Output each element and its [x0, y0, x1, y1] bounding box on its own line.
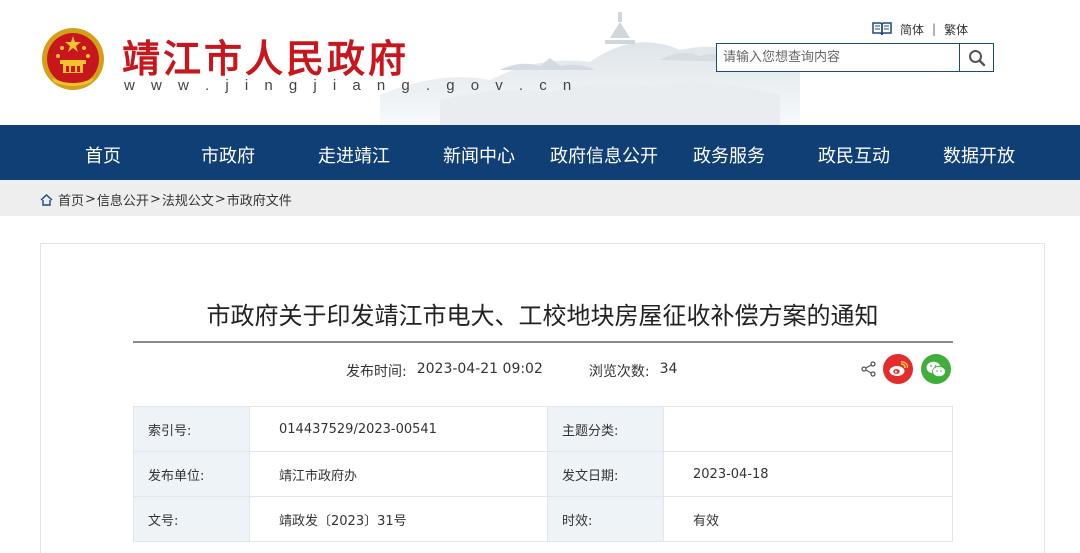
publish-time-value: 2023-04-21 09:02	[416, 361, 543, 377]
issue-date-label: 发文日期:	[547, 451, 664, 497]
view-count-label: 浏览次数:	[588, 364, 650, 380]
breadcrumb-regulations[interactable]: 法规公文	[162, 190, 214, 209]
article-title: 市政府关于印发靖江市电大、工校地块房屋征收补偿方案的通知	[206, 302, 879, 330]
wechat-icon	[926, 361, 946, 377]
breadcrumb-government-documents[interactable]: 市政府文件	[227, 190, 292, 209]
index-number-value: 014437529/2023-00541	[249, 406, 548, 452]
index-number-label: 索引号:	[133, 406, 250, 452]
nav-item-home[interactable]: 首页	[85, 142, 121, 168]
book-icon	[872, 22, 892, 36]
simplified-chinese-link[interactable]: 简体	[900, 21, 924, 38]
share-icon[interactable]	[861, 361, 877, 377]
weibo-icon	[889, 361, 908, 376]
language-switcher: 简体 | 繁体	[872, 20, 968, 38]
breadcrumb-information-disclosure[interactable]: 信息公开	[97, 190, 149, 209]
table-row: 索引号: 014437529/2023-00541 主题分类:	[133, 406, 953, 452]
site-header: 靖江市人民政府 w w w . j i n g j i a n g . g o …	[0, 0, 1080, 125]
document-number-value: 靖政发〔2023〕31号	[249, 496, 548, 542]
lang-separator: |	[932, 22, 937, 36]
article-meta: 发布时间: 2023-04-21 09:02 浏览次数: 34	[346, 361, 677, 381]
search-input[interactable]	[717, 44, 959, 71]
publish-time-label: 发布时间:	[346, 364, 407, 380]
nav-item-government-services[interactable]: 政务服务	[693, 142, 765, 168]
national-emblem-logo	[42, 28, 104, 90]
wechat-share-button[interactable]	[921, 354, 951, 384]
document-info-table: 索引号: 014437529/2023-00541 主题分类: 发布单位: 靖江…	[133, 406, 953, 542]
traditional-chinese-link[interactable]: 繁体	[944, 21, 968, 38]
site-title: 靖江市人民政府	[122, 36, 410, 81]
search-button[interactable]	[959, 44, 993, 71]
breadcrumb-home[interactable]: 首页	[58, 190, 84, 209]
breadcrumb-separator: >	[149, 192, 161, 207]
nav-item-news-center[interactable]: 新闻中心	[443, 142, 515, 168]
breadcrumb: 首页 > 信息公开 > 法规公文 > 市政府文件	[40, 190, 292, 209]
issue-date-value: 2023-04-18	[663, 451, 953, 497]
nav-item-city-government[interactable]: 市政府	[201, 142, 255, 168]
site-url: w w w . j i n g j i a n g . g o v . c n	[124, 77, 578, 94]
issuing-unit-label: 发布单位:	[133, 451, 250, 497]
title-divider	[133, 341, 953, 343]
search-icon	[968, 49, 985, 66]
table-row: 文号: 靖政发〔2023〕31号 时效: 有效	[133, 496, 953, 542]
search-box	[716, 43, 994, 72]
main-nav: 首页 市政府 走进靖江 新闻中心 政府信息公开 政务服务 政民互动 数据开放	[0, 125, 1080, 180]
subject-category-label: 主题分类:	[547, 406, 664, 452]
subject-category-value	[663, 406, 953, 452]
nav-item-about-jingjiang[interactable]: 走进靖江	[318, 142, 390, 168]
breadcrumb-separator: >	[85, 192, 96, 207]
validity-value: 有效	[663, 496, 953, 542]
home-icon	[40, 193, 53, 206]
nav-item-open-data[interactable]: 数据开放	[943, 142, 1015, 168]
weibo-share-button[interactable]	[883, 354, 913, 384]
validity-label: 时效:	[547, 496, 664, 542]
nav-item-public-interaction[interactable]: 政民互动	[818, 142, 890, 168]
breadcrumb-separator: >	[214, 192, 226, 207]
nav-item-information-disclosure[interactable]: 政府信息公开	[550, 142, 658, 168]
table-row: 发布单位: 靖江市政府办 发文日期: 2023-04-18	[133, 451, 953, 497]
article-panel: 市政府关于印发靖江市电大、工校地块房屋征收补偿方案的通知 发布时间: 2023-…	[40, 243, 1045, 553]
issuing-unit-value: 靖江市政府办	[249, 451, 548, 497]
document-number-label: 文号:	[133, 496, 250, 542]
breadcrumb-bar: 首页 > 信息公开 > 法规公文 > 市政府文件	[0, 180, 1080, 216]
view-count-value: 34	[659, 361, 678, 377]
